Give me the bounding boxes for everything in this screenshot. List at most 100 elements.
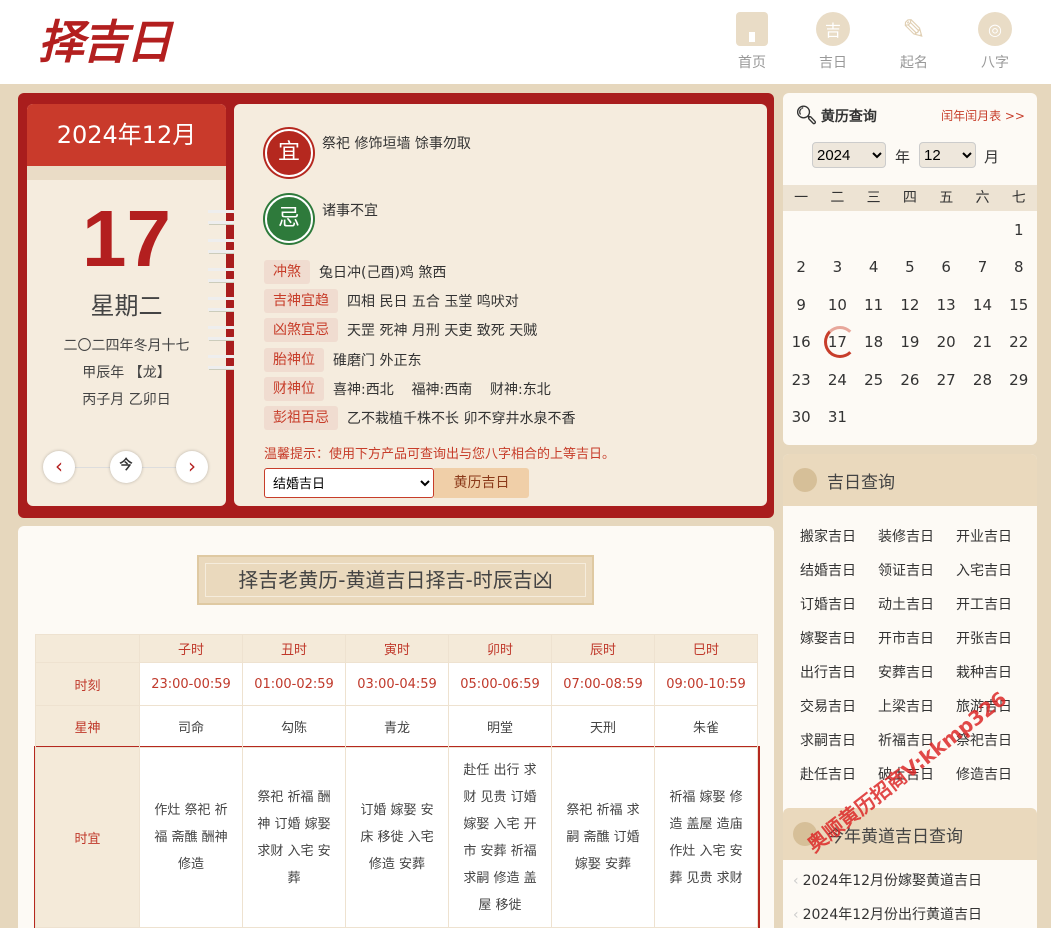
yi-cell: 作灶 祭祀 祈福 斋醮 酬神 修造 [139, 747, 243, 928]
jiri-link[interactable]: 开市吉日 [878, 622, 956, 656]
calendar-week: 30 31 [783, 399, 1037, 437]
nav-qiming[interactable]: ✎ 起名 [884, 12, 944, 72]
calendar-day[interactable]: 11 [856, 296, 892, 314]
time-cell: 09:00-10:59 [654, 662, 758, 706]
jiri-link[interactable]: 动土吉日 [878, 588, 956, 622]
calendar-day[interactable]: 17 [819, 326, 857, 359]
calendar-day[interactable]: 28 [964, 371, 1000, 389]
weekday-label: 三 [866, 190, 881, 206]
jiri-link[interactable]: 订婚吉日 [800, 588, 878, 622]
tip-text: 温馨提示：使用下方产品可查询出与您八字相合的上等吉日。 [264, 447, 616, 462]
prop-value: 碓磨门 外正东 [333, 353, 422, 369]
jiri-link[interactable]: 安葬吉日 [878, 656, 956, 690]
calendar-day[interactable]: 18 [856, 333, 892, 351]
calendar-day[interactable]: 22 [1001, 333, 1037, 351]
col-header: 丑时 [242, 634, 346, 663]
nav-bazi[interactable]: ◎ 八字 [965, 12, 1025, 72]
list-item[interactable]: 2024年12月份出行黄道吉日 [793, 904, 1037, 928]
month-select[interactable]: 12 [919, 142, 976, 168]
leap-month-link[interactable]: 闰年闰月表 >> [941, 107, 1025, 124]
calendar-day[interactable]: 14 [964, 296, 1000, 314]
calendar-day[interactable]: 5 [892, 258, 928, 276]
shichen-banner: 择吉老黄历-黄道吉日择吉-时辰吉凶 [197, 555, 594, 605]
lucky-day-icon: 吉 [816, 12, 850, 46]
almanac-details: 宜 祭祀 修饰垣墙 馀事勿取 忌 诸事不宜 冲煞 兔日冲(己酉)鸡 煞西 吉神宜趋… [234, 104, 767, 506]
prop-xiongsha: 凶煞宜忌 天罡 死神 月刑 天吏 致死 天贼 [264, 318, 537, 342]
jiri-link[interactable]: 开业吉日 [956, 520, 1034, 554]
jiri-link[interactable]: 开张吉日 [956, 622, 1034, 656]
star-cell: 明堂 [448, 705, 552, 748]
calendar-week: 16 17 18 19 20 21 22 [783, 324, 1037, 362]
calendar-day[interactable]: 3 [819, 258, 855, 276]
calendar-day[interactable]: 29 [1001, 371, 1037, 389]
col-header: 寅时 [345, 634, 449, 663]
calendar-day[interactable]: 6 [928, 258, 964, 276]
calendar-day[interactable]: 25 [856, 371, 892, 389]
jiri-link[interactable]: 上梁吉日 [878, 690, 956, 724]
nav-jiri-label: 吉日 [819, 55, 847, 71]
calendar-day[interactable]: 8 [1001, 258, 1037, 276]
huangli-widget: 🔍︎ 黄历查询 闰年闰月表 >> 2024 年 12 月 一 二 三 四 五 六 … [783, 93, 1037, 445]
weekday-label: 六 [975, 190, 990, 206]
ji-text: 诸事不宜 [322, 203, 378, 219]
calendar-day[interactable]: 1 [1001, 221, 1037, 239]
jiri-link[interactable]: 出行吉日 [800, 656, 878, 690]
weekday: 星期二 [90, 292, 163, 320]
prev-day-button[interactable]: ‹ [43, 451, 75, 483]
star-cell: 勾陈 [242, 705, 346, 748]
prop-value: 喜神:西北 福神:西南 财神:东北 [333, 382, 551, 398]
nav-jiri[interactable]: 吉 吉日 [803, 12, 863, 72]
shichen-table: 子时 丑时 寅时 卯时 辰时 巳时 时刻 23:00-00:59 01:00-0… [35, 634, 758, 928]
calendar-day[interactable]: 20 [928, 333, 964, 351]
nav-home[interactable]: 首页 [722, 12, 782, 72]
date-type-select[interactable]: 结婚吉日 [264, 468, 434, 498]
jiri-link[interactable]: 领证吉日 [878, 554, 956, 588]
huangli-jiri-button[interactable]: 黄历吉日 [434, 468, 529, 498]
calendar-day[interactable]: 15 [1001, 296, 1037, 314]
calendar-day[interactable]: 31 [819, 408, 855, 426]
card-stripe [27, 166, 226, 180]
time-cell: 07:00-08:59 [551, 662, 655, 706]
calendar-day[interactable]: 10 [819, 296, 855, 314]
today-button[interactable]: 今 [110, 451, 142, 483]
calendar-day[interactable]: 27 [928, 371, 964, 389]
prop-tag: 财神位 [264, 377, 324, 401]
ji-badge: 忌 [265, 195, 313, 243]
calendar-day[interactable]: 21 [964, 333, 1000, 351]
star-cell: 青龙 [345, 705, 449, 748]
next-day-button[interactable]: › [176, 451, 208, 483]
year-select[interactable]: 2024 [812, 142, 886, 168]
jiri-link[interactable]: 入宅吉日 [956, 554, 1034, 588]
calendar-day[interactable]: 13 [928, 296, 964, 314]
jiri-link[interactable]: 开工吉日 [956, 588, 1034, 622]
calendar-day[interactable]: 12 [892, 296, 928, 314]
calendar-day[interactable]: 26 [892, 371, 928, 389]
site-logo[interactable]: 择吉日 [38, 6, 172, 72]
calendar-day[interactable]: 4 [856, 258, 892, 276]
jiri-link[interactable]: 结婚吉日 [800, 554, 878, 588]
lunar-year: 甲辰年 【龙】 [82, 365, 171, 381]
jiri-link[interactable]: 搬家吉日 [800, 520, 878, 554]
prop-value: 乙不栽植千株不长 卯不穿井水泉不香 [347, 411, 576, 427]
jiri-link[interactable]: 求嗣吉日 [800, 724, 878, 758]
year-label: 年 [895, 148, 911, 166]
calendar-day[interactable]: 2 [783, 258, 819, 276]
calendar-day[interactable]: 24 [819, 371, 855, 389]
list-item[interactable]: 2024年12月份嫁娶黄道吉日 [793, 870, 1037, 904]
calendar-day[interactable]: 16 [783, 333, 819, 351]
calendar-day[interactable]: 7 [964, 258, 1000, 276]
jiri-link[interactable]: 交易吉日 [800, 690, 878, 724]
jiri-link[interactable]: 修造吉日 [956, 758, 1034, 792]
huangli-title-text: 黄历查询 [820, 108, 877, 125]
yi-cell: 祭祀 祈福 求嗣 斋醮 订婚 嫁娶 安葬 [551, 747, 655, 928]
prop-chongsha: 冲煞 兔日冲(己酉)鸡 煞西 [264, 260, 446, 284]
calendar-day[interactable]: 9 [783, 296, 819, 314]
weekday-label: 七 [1011, 190, 1026, 206]
calendar-day[interactable]: 30 [783, 408, 819, 426]
jiri-link[interactable]: 装修吉日 [878, 520, 956, 554]
yi-cell: 祭祀 祈福 酬神 订婚 嫁娶 求财 入宅 安葬 [242, 747, 346, 928]
calendar-day[interactable]: 23 [783, 371, 819, 389]
jiri-link[interactable]: 嫁娶吉日 [800, 622, 878, 656]
yi-badge: 宜 [265, 129, 313, 177]
calendar-day[interactable]: 19 [892, 333, 928, 351]
